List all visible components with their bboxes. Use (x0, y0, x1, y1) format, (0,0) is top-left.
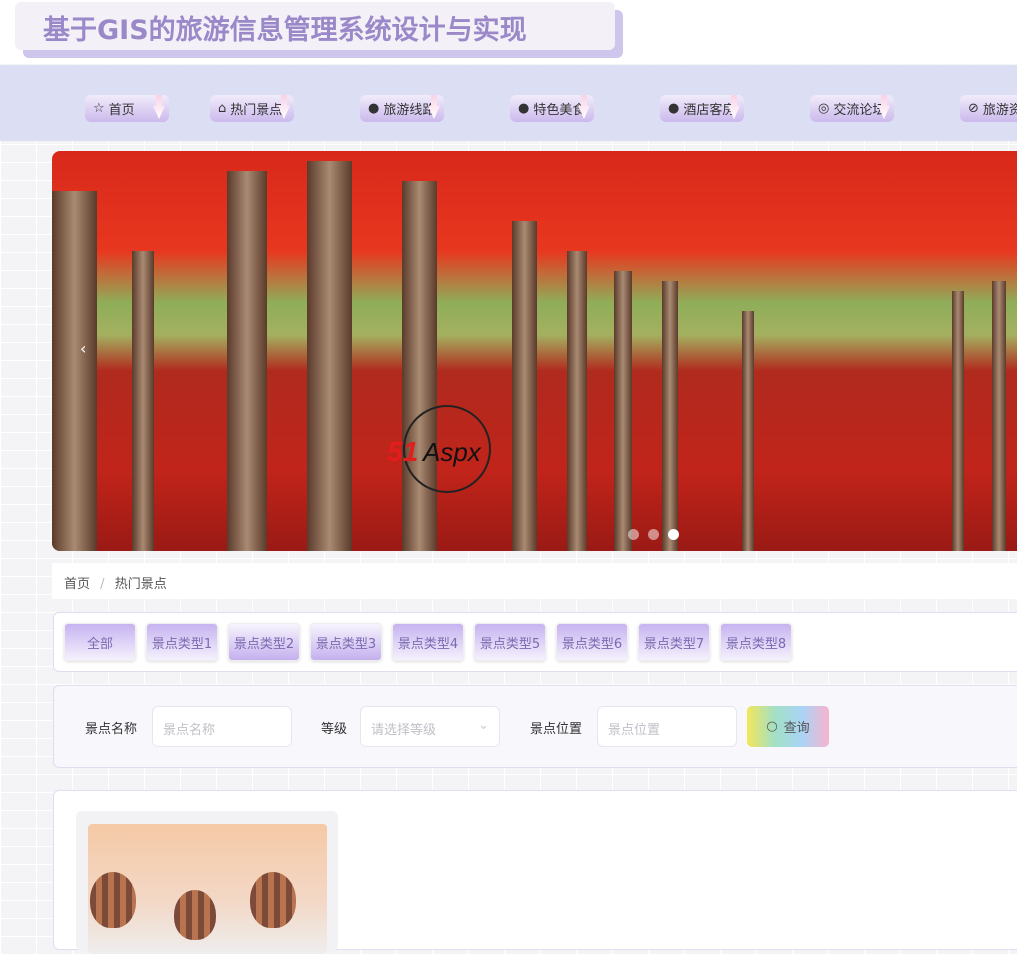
watermark-logo: 51 Aspx (387, 405, 491, 493)
attraction-card[interactable] (76, 811, 338, 954)
tree-trunk (992, 281, 1006, 551)
carousel-dot[interactable] (648, 529, 659, 540)
nav-item-food[interactable]: ● 特色美食 (510, 95, 594, 122)
check-circle-icon: ⊘ (968, 101, 979, 116)
filter-tab[interactable]: 景点类型7 (638, 623, 710, 661)
filter-tab[interactable]: 景点类型8 (720, 623, 792, 661)
level-select[interactable]: 请选择等级 ⌄ (360, 706, 500, 747)
balloon-shape (250, 872, 296, 928)
chevron-down-icon: ⌄ (478, 718, 489, 733)
nav-label: 交流论坛 (833, 103, 886, 118)
search-icon: ○ (766, 719, 778, 734)
bag-icon: ⌂ (218, 101, 227, 116)
svg-text:Aspx: Aspx (421, 437, 482, 467)
nav-label: 特色美食 (533, 103, 586, 118)
level-placeholder: 请选择等级 (371, 723, 437, 738)
nav-item-forum[interactable]: ◎ 交流论坛 (810, 95, 894, 122)
tree-trunk (402, 181, 437, 551)
nav-label: 首页 (108, 103, 135, 118)
filter-tab[interactable]: 景点类型4 (392, 623, 464, 661)
chat-icon: ◎ (818, 101, 830, 116)
search-form: 景点名称 景点名称 等级 请选择等级 ⌄ 景点位置 景点位置 ○ 查询 (53, 685, 1017, 768)
nav-item-attractions[interactable]: ⌂ 热门景点 (210, 95, 294, 122)
filter-tab[interactable]: 景点类型5 (474, 623, 546, 661)
carousel-dot-active[interactable] (668, 529, 679, 540)
location-input[interactable]: 景点位置 (597, 706, 737, 747)
tree-trunk (742, 311, 754, 551)
carousel-dot[interactable] (628, 529, 639, 540)
name-input[interactable]: 景点名称 (152, 706, 292, 747)
main-nav: ☆首页 ⌂热门景点 ●旅游线路 ●特色美食 ●酒店客房 ◎交流论坛 ⊘旅游资讯 (0, 65, 1017, 141)
breadcrumb-home[interactable]: 首页 (64, 577, 90, 592)
title-box: 基于GIS的旅游信息管理系统设计与实现 (15, 2, 615, 50)
balloon-shape (90, 872, 136, 928)
info-icon: ● (368, 101, 380, 116)
tree-trunk (512, 221, 537, 551)
nav-item-hotels[interactable]: ● 酒店客房 (660, 95, 744, 122)
nav-item-routes[interactable]: ● 旅游线路 (360, 95, 444, 122)
category-filter: 全部 景点类型1 景点类型2 景点类型3 景点类型4 景点类型5 景点类型6 景… (53, 612, 1017, 672)
breadcrumb-current: 热门景点 (114, 577, 167, 592)
star-icon: ☆ (93, 101, 105, 116)
tree-trunk (227, 171, 267, 551)
banner-carousel[interactable]: ‹ (52, 151, 1017, 551)
attraction-image (88, 824, 327, 954)
level-label: 等级 (321, 722, 348, 737)
tree-trunk (52, 191, 97, 551)
tree-trunk (132, 251, 154, 551)
nav-label: 旅游资讯 (982, 103, 1017, 118)
question-icon: ● (518, 101, 530, 116)
location-label: 景点位置 (530, 722, 583, 737)
nav-label: 热门景点 (230, 103, 283, 118)
nav-item-home[interactable]: ☆ 首页 (85, 95, 169, 122)
breadcrumb-separator: / (100, 577, 105, 592)
svg-text:51: 51 (387, 436, 418, 467)
query-button[interactable]: ○ 查询 (747, 706, 829, 747)
watermark-logo-text: 51 Aspx (387, 436, 482, 467)
tree-trunk (307, 161, 352, 551)
tree-trunk (952, 291, 964, 551)
filter-tab[interactable]: 景点类型2 (228, 623, 300, 661)
filter-tab-all[interactable]: 全部 (64, 623, 136, 661)
site-title: 基于GIS的旅游信息管理系统设计与实现 (43, 15, 527, 46)
filter-tab[interactable]: 景点类型6 (556, 623, 628, 661)
breadcrumb: 首页 / 热门景点 (52, 563, 1017, 599)
nav-item-news[interactable]: ⊘旅游资讯 (960, 95, 1017, 122)
nav-label: 旅游线路 (383, 103, 436, 118)
info-icon: ● (668, 101, 680, 116)
nav-label: 酒店客房 (683, 103, 736, 118)
tree-trunk (614, 271, 632, 551)
filter-tab[interactable]: 景点类型3 (310, 623, 382, 661)
query-label: 查询 (783, 721, 810, 736)
balloon-shape (174, 890, 216, 940)
carousel-prev-button[interactable]: ‹ (80, 339, 86, 358)
tree-trunk (662, 281, 678, 551)
header: 基于GIS的旅游信息管理系统设计与实现 (0, 0, 1017, 64)
name-label: 景点名称 (85, 722, 138, 737)
filter-tab[interactable]: 景点类型1 (146, 623, 218, 661)
results-panel (53, 790, 1017, 954)
tree-trunk (567, 251, 587, 551)
